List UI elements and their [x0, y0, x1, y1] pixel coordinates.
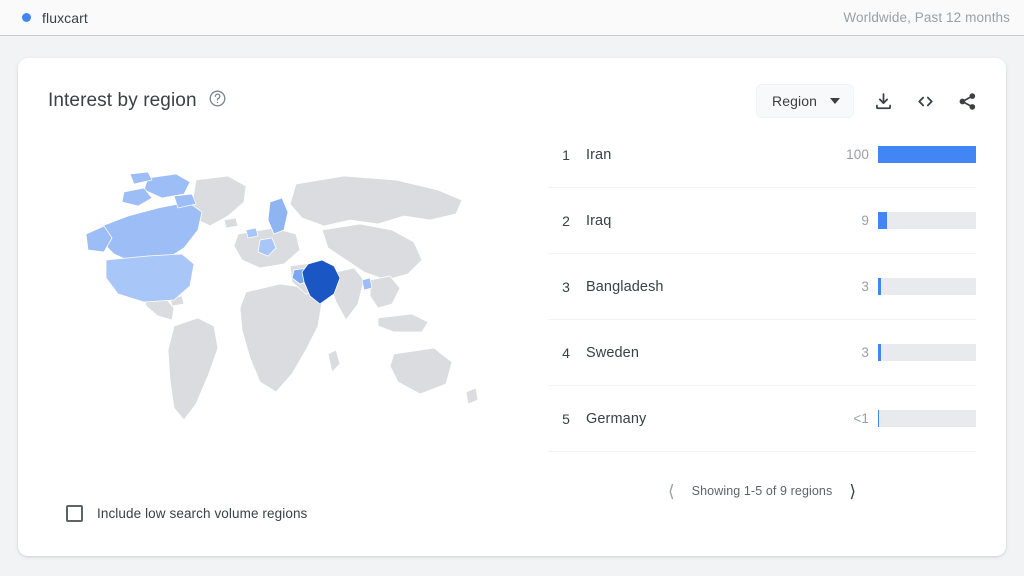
chevron-down-icon: [830, 98, 840, 104]
include-low-volume-checkbox[interactable]: [66, 505, 83, 522]
region-bar-fill: [878, 146, 976, 163]
region-bar-track: [878, 146, 976, 163]
region-bar-fill: [878, 278, 881, 295]
card-header: Interest by region Region: [48, 80, 980, 122]
share-icon[interactable]: [954, 88, 980, 114]
table-row[interactable]: 1 Iran 100: [548, 122, 976, 188]
card-toolbar: Region: [756, 84, 980, 118]
region-value: 100: [846, 147, 869, 162]
region-name: Sweden: [586, 344, 639, 361]
world-choropleth-map[interactable]: [48, 122, 548, 505]
series-color-dot: [22, 13, 31, 22]
pagination-label: Showing 1-5 of 9 regions: [691, 484, 833, 498]
include-low-volume-label: Include low search volume regions: [97, 506, 308, 521]
trends-topbar: fluxcart Worldwide, Past 12 months: [0, 0, 1024, 36]
search-term-chip[interactable]: fluxcart: [22, 10, 88, 26]
region-rank: 3: [562, 278, 570, 295]
region-bar-track: [878, 278, 976, 295]
map-region-bangladesh: [361, 277, 373, 290]
chevron-left-icon[interactable]: ⟨: [668, 483, 675, 500]
region-value: 3: [861, 345, 869, 360]
region-bar-fill: [878, 212, 887, 229]
region-bar-track: [878, 344, 976, 361]
card-title-group: Interest by region: [48, 89, 227, 113]
region-ranking-list: 1 Iran 100 2 Iraq 9 3 Bangladesh 3 4 Sweden 3 5 Germa…: [548, 122, 980, 556]
help-circle-icon[interactable]: [208, 89, 227, 113]
map-pane: Include low search volume regions: [48, 122, 548, 556]
chevron-right-icon[interactable]: ⟩: [849, 483, 856, 500]
region-name: Germany: [586, 410, 647, 427]
region-bar-track: [878, 212, 976, 229]
interest-by-region-card: Interest by region Region Include low se…: [18, 58, 1006, 556]
region-value: <1: [853, 411, 869, 426]
embed-code-icon[interactable]: [912, 88, 938, 114]
scope-label: Worldwide, Past 12 months: [843, 10, 1010, 25]
pagination: ⟨ Showing 1-5 of 9 regions ⟩: [548, 452, 976, 556]
region-rank: 1: [562, 146, 570, 163]
region-select-label: Region: [772, 93, 817, 109]
include-low-volume-checkbox-row[interactable]: Include low search volume regions: [48, 505, 548, 556]
region-rank: 4: [562, 344, 570, 361]
region-bar-track: [878, 410, 976, 427]
table-row[interactable]: 2 Iraq 9: [548, 188, 976, 254]
page-title: Interest by region: [48, 90, 197, 111]
region-select-dropdown[interactable]: Region: [756, 84, 854, 118]
region-bar-fill: [878, 410, 879, 427]
map-region-united-states: [105, 253, 195, 302]
table-row[interactable]: 5 Germany <1: [548, 386, 976, 452]
region-rank: 2: [562, 212, 570, 229]
region-value: 3: [861, 279, 869, 294]
map-region-canada: [99, 201, 203, 264]
download-icon[interactable]: [870, 88, 896, 114]
region-rank: 5: [562, 410, 570, 427]
region-name: Bangladesh: [586, 278, 664, 295]
card-body: Include low search volume regions 1 Iran 1…: [48, 122, 980, 556]
region-name: Iraq: [586, 212, 612, 229]
map-region-europe-minor: [245, 227, 259, 238]
table-row[interactable]: 4 Sweden 3: [548, 320, 976, 386]
table-row[interactable]: 3 Bangladesh 3: [548, 254, 976, 320]
region-name: Iran: [586, 146, 612, 163]
page-stage: Interest by region Region Include low se…: [0, 36, 1024, 576]
map-region-canada-arctic: [121, 171, 197, 208]
region-value: 9: [861, 213, 869, 228]
world-map-svg: [85, 171, 479, 421]
region-bar-fill: [878, 344, 881, 361]
search-term-label: fluxcart: [42, 9, 88, 26]
